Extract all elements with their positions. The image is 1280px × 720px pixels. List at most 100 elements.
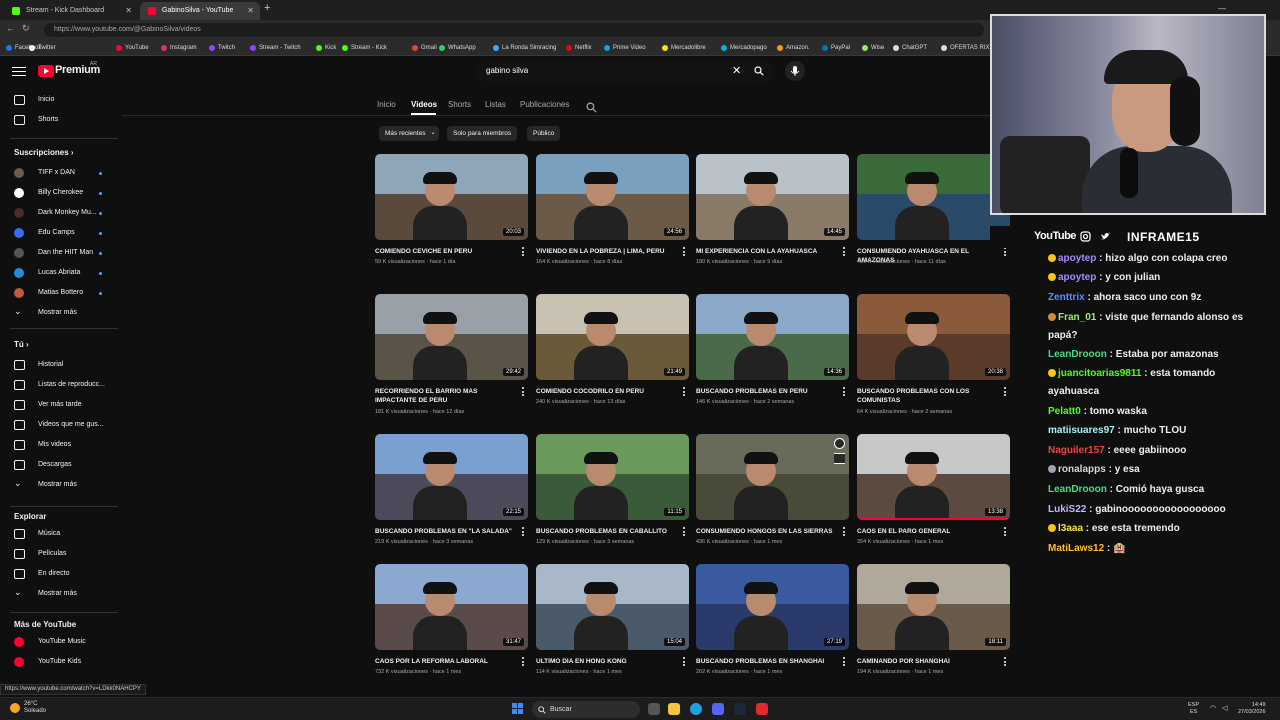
video-card[interactable]: 13:38 CAOS EN EL PARO GENERAL 354 K visual… — [857, 434, 1010, 559]
video-thumbnail[interactable]: 20:38 — [857, 294, 1010, 380]
search-input[interactable]: gabino silva — [486, 66, 528, 75]
bookmark-item[interactable]: Mercadolibre — [662, 43, 706, 53]
weather-widget[interactable]: 26°C Soleado — [10, 701, 46, 715]
chip-public[interactable]: Público — [527, 126, 561, 141]
new-tab-button[interactable]: + — [264, 2, 270, 14]
chat-username[interactable]: LeanDrooon — [1048, 484, 1107, 495]
video-title[interactable]: CAMINANDO POR SHANGHAI — [857, 657, 997, 666]
add-to-queue-icon[interactable] — [834, 453, 845, 464]
volume-icon[interactable]: ◁ — [1222, 704, 1227, 712]
edge-icon[interactable] — [690, 703, 702, 715]
minimize-button[interactable]: — — [1218, 4, 1226, 13]
bookmark-item[interactable]: YouTube — [116, 43, 149, 53]
chat-username[interactable]: LukiS22 — [1048, 504, 1086, 515]
video-thumbnail[interactable]: 31:47 — [375, 564, 528, 650]
tab-videos[interactable]: Videos — [411, 100, 437, 109]
sidebar-item-inicio[interactable]: Inicio — [0, 90, 122, 110]
browser-tab-youtube[interactable]: GabinoSilva - YouTube ✕ — [140, 2, 260, 20]
bookmark-item[interactable]: Wise — [862, 43, 884, 53]
video-thumbnail[interactable]: 14:45 — [696, 154, 849, 240]
video-card[interactable]: 20:38 BUSCANDO PROBLEMAS CON LOS COMUNIST… — [857, 294, 1010, 419]
bookmark-item[interactable]: Stream - Kick — [342, 43, 387, 53]
mic-button[interactable] — [785, 61, 805, 81]
sidebar-subscription[interactable]: TIFF x DAN — [0, 163, 122, 183]
bookmark-item[interactable]: La Ronda Simracing — [493, 43, 556, 53]
video-card[interactable]: 21:49 COMIENDO COCODRILO EN PERU 240 K vis… — [536, 294, 689, 419]
video-card[interactable]: 14:45 MI EXPERIENCIA CON LA AYAHUASCA 180 … — [696, 154, 849, 279]
sidebar-item-more[interactable]: YouTube Music — [0, 632, 122, 652]
bookmark-item[interactable]: Mercadopago — [721, 43, 767, 53]
chat-username[interactable]: ronalapps — [1058, 464, 1106, 475]
sidebar-item-explore[interactable]: Música — [0, 524, 122, 544]
chat-username[interactable]: LeanDrooon — [1048, 349, 1107, 360]
sidebar-item-you[interactable]: Listas de reproducc... — [0, 375, 122, 395]
video-card[interactable]: 27:19 BUSCANDO PROBLEMAS EN SHANGHAI 202 K… — [696, 564, 849, 689]
sidebar-item-you[interactable]: Videos que me gus... — [0, 415, 122, 435]
sidebar-item-more[interactable]: YouTube Kids — [0, 652, 122, 672]
video-card[interactable]: 11:15 BUSCANDO PROBLEMAS EN CABALLITO 129 … — [536, 434, 689, 559]
bookmark-item[interactable]: Netflix — [566, 43, 592, 53]
more-options-icon[interactable] — [683, 657, 686, 667]
clock[interactable]: 14:49 27/03/2026 — [1238, 702, 1266, 716]
video-thumbnail[interactable]: 27:19 — [696, 564, 849, 650]
back-icon[interactable]: ← — [6, 23, 15, 33]
sidebar-item-explore[interactable]: En directo — [0, 564, 122, 584]
video-title[interactable]: CONSUMIENDO HONGOS EN LAS SIERRAS — [696, 527, 836, 536]
sidebar-item-you[interactable]: Mis videos — [0, 435, 122, 455]
chat-username[interactable]: MatiLaws12 — [1048, 543, 1104, 554]
video-thumbnail[interactable]: 20:03 — [375, 154, 528, 240]
bookmark-item[interactable]: Gmail — [412, 43, 437, 53]
sidebar-subscription[interactable]: Billy Cherokee — [0, 183, 122, 203]
taskbar-search[interactable]: Buscar — [532, 701, 640, 718]
bookmark-item[interactable]: Prime Video — [604, 43, 646, 53]
more-options-icon[interactable] — [1004, 657, 1007, 667]
search-icon[interactable] — [754, 66, 764, 76]
sidebar-item-you[interactable]: Ver más tarde — [0, 395, 122, 415]
sidebar-item-explore[interactable]: ⌄ Mostrar más — [0, 584, 122, 604]
sidebar-item-explore[interactable]: Películas — [0, 544, 122, 564]
video-title[interactable]: MI EXPERIENCIA CON LA AYAHUASCA — [696, 247, 836, 256]
clear-search-icon[interactable]: ✕ — [732, 64, 741, 77]
bookmark-item[interactable]: PayPal — [822, 43, 850, 53]
close-icon[interactable]: ✕ — [247, 2, 254, 20]
chat-username[interactable]: Pelatt0 — [1048, 406, 1081, 417]
video-thumbnail[interactable]: 14:36 — [696, 294, 849, 380]
wifi-icon[interactable]: ◠ — [1210, 704, 1216, 712]
video-title[interactable]: VIVIENDO EN LA POBREZA | LIMA, PERU — [536, 247, 676, 256]
browser-tab-kick[interactable]: Stream - Kick Dashboard ✕ — [4, 2, 138, 20]
video-card[interactable]: 31:47 CAOS POR LA REFORMA LABORAL 732 K vi… — [375, 564, 528, 689]
video-thumbnail[interactable]: 24:56 — [536, 154, 689, 240]
video-card[interactable]: CONSUMIENDO HONGOS EN LAS SIERRAS 436 K v… — [696, 434, 849, 559]
more-options-icon[interactable] — [1004, 527, 1007, 537]
video-thumbnail[interactable]: 15:04 — [536, 564, 689, 650]
bookmark-item[interactable]: Stream - Twitch — [250, 43, 301, 53]
video-card[interactable]: 14:36 BUSCANDO PROBLEMAS EN PERU 146 K vis… — [696, 294, 849, 419]
explore-header[interactable]: Explorar — [14, 512, 46, 521]
bookmark-item[interactable]: Twitter — [29, 43, 56, 53]
sidebar-item-shorts[interactable]: Shorts — [0, 110, 122, 130]
more-options-icon[interactable] — [683, 247, 686, 257]
tab-listas[interactable]: Listas — [485, 100, 506, 109]
discord-icon[interactable] — [712, 703, 724, 715]
video-title[interactable]: COMIENDO CEVICHE EN PERU — [375, 247, 515, 256]
bookmark-item[interactable]: ChatGPT — [893, 43, 927, 53]
url-field[interactable]: https://www.youtube.com/@GabinoSilva/vid… — [44, 23, 984, 37]
bookmark-item[interactable]: Amazon. — [777, 43, 810, 53]
chat-username[interactable]: Fran_01 — [1058, 312, 1096, 323]
chat-username[interactable]: Zenttrix — [1048, 292, 1085, 303]
you-header[interactable]: Tú › — [14, 340, 29, 349]
video-title[interactable]: BUSCANDO PROBLEMAS EN CABALLITO — [536, 527, 676, 536]
tab-publicaciones[interactable]: Publicaciones — [520, 100, 569, 109]
chat-username[interactable]: juancitoarias9811 — [1058, 368, 1141, 379]
video-thumbnail[interactable]: 29:42 — [375, 294, 528, 380]
bookmark-item[interactable]: Instagram — [161, 43, 197, 53]
sidebar-subscription[interactable]: Matias Bottero — [0, 283, 122, 303]
video-card[interactable]: 15:04 ULTIMO DIA EN HONG KONG 114 K visual… — [536, 564, 689, 689]
more-options-icon[interactable] — [683, 527, 686, 537]
start-button[interactable] — [512, 703, 524, 715]
video-thumbnail[interactable]: 21:49 — [536, 294, 689, 380]
subscriptions-header[interactable]: Suscripciones › — [14, 148, 74, 157]
video-title[interactable]: BUSCANDO PROBLEMAS CON LOS COMUNISTAS — [857, 387, 997, 405]
chat-username[interactable]: l3aaa — [1058, 523, 1083, 534]
video-thumbnail[interactable]: 22:15 — [375, 434, 528, 520]
